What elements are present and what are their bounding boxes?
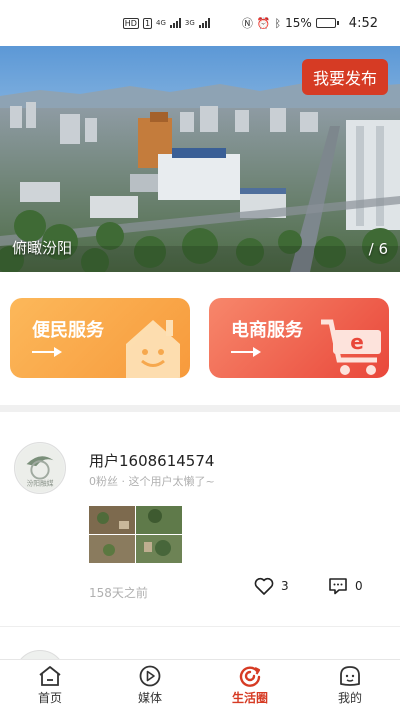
nfc-icon: Ⓝ <box>241 17 253 30</box>
tab-label: 首页 <box>37 691 62 705</box>
life-circle-icon <box>239 666 261 687</box>
section-divider <box>0 405 400 412</box>
tab-label: 媒体 <box>137 691 162 705</box>
play-icon <box>139 665 161 687</box>
comment-button[interactable]: 0 <box>328 577 363 595</box>
tab-media[interactable]: 媒体 <box>100 660 200 711</box>
comment-count: 0 <box>355 579 363 593</box>
system-indicators: Ⓝ ⏰ ᛒ 15% 4:52 <box>242 15 378 31</box>
tab-life-circle[interactable]: 生活圈 <box>200 660 300 711</box>
battery-percent: 15% <box>285 16 312 30</box>
like-button[interactable]: 3 <box>254 577 289 595</box>
post-divider <box>0 626 400 627</box>
fenyang-media-logo: 汾阳融媒 <box>15 443 65 493</box>
battery-icon <box>315 18 339 28</box>
post-user-subinfo: 0粉丝 · 这个用户太懒了~ <box>89 475 215 488</box>
bluetooth-icon: ᛒ <box>274 16 282 30</box>
network-type-1: 4G <box>156 19 166 27</box>
post-username[interactable]: 用户1608614574 <box>89 450 214 471</box>
bottom-tab-bar: 首页 媒体 生活圈 我的 <box>0 659 400 711</box>
sim-icon: 1 <box>142 17 153 29</box>
avatar[interactable]: 汾阳融媒 <box>14 442 66 494</box>
post-image[interactable] <box>89 506 182 563</box>
tab-label: 生活圈 <box>231 691 268 705</box>
network-indicators: HD 1 4G 3G <box>122 17 210 29</box>
network-type-2: 3G <box>184 19 195 27</box>
like-count: 3 <box>281 579 289 593</box>
publish-button[interactable]: 我要发布 <box>301 59 388 95</box>
shopping-cart-icon: e <box>321 319 381 375</box>
service-cards: 便民服务 电商服务 e <box>10 298 390 378</box>
arrow-right-icon <box>231 347 261 357</box>
banner-carousel[interactable]: 我要发布 俯瞰汾阳 / 6 <box>0 46 400 272</box>
hd-badge: HD <box>122 17 139 29</box>
tab-label: 我的 <box>337 691 362 705</box>
post-card[interactable]: 汾阳融媒 用户1608614574 0粉丝 · 这个用户太懒了~ 158天之前 … <box>0 412 400 622</box>
profile-icon <box>340 666 360 686</box>
post-time: 158天之前 <box>89 586 148 600</box>
comment-icon <box>329 578 347 595</box>
ecommerce-service-card[interactable]: 电商服务 e <box>209 298 389 378</box>
status-bar: HD 1 4G 3G Ⓝ ⏰ ᛒ 15% 4:52 <box>0 0 400 46</box>
tab-profile[interactable]: 我的 <box>300 660 400 711</box>
banner-page-counter: / 6 <box>368 240 388 258</box>
clock: 4:52 <box>348 15 378 31</box>
banner-caption: 俯瞰汾阳 <box>12 239 73 257</box>
home-icon <box>39 666 61 686</box>
signal-icon-2 <box>198 18 210 28</box>
signal-icon <box>169 18 181 28</box>
convenience-service-card[interactable]: 便民服务 <box>10 298 190 378</box>
post-photo-collage <box>89 506 182 563</box>
alarm-icon: ⏰ <box>256 16 271 30</box>
svg-text:汾阳融媒: 汾阳融媒 <box>27 478 54 487</box>
tab-home[interactable]: 首页 <box>0 660 100 711</box>
svg-text:e: e <box>350 330 364 354</box>
heart-icon <box>254 577 274 595</box>
service-label: 电商服务 <box>231 320 303 341</box>
arrow-right-icon <box>32 347 62 357</box>
service-label: 便民服务 <box>32 320 104 341</box>
smiley-house-icon <box>126 320 180 378</box>
